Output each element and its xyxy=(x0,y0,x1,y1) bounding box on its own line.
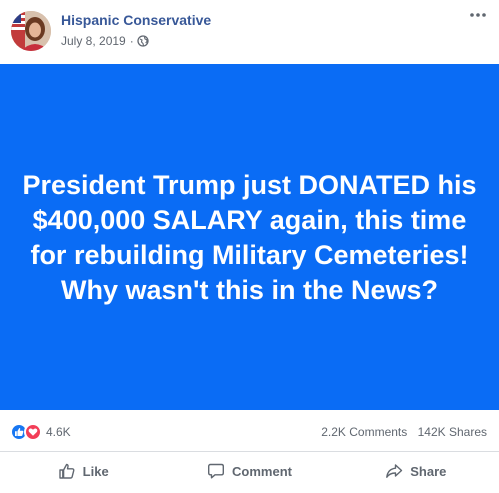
comments-count[interactable]: 2.2K Comments xyxy=(321,425,407,439)
share-label: Share xyxy=(410,463,447,479)
thumbs-up-icon xyxy=(58,463,75,479)
comment-label: Comment xyxy=(232,463,292,479)
post-actions: Like Comment Share xyxy=(0,452,499,490)
post-header: Hispanic Conservative July 8, 2019 · xyxy=(0,0,499,64)
shares-count[interactable]: 142K Shares xyxy=(418,425,487,439)
comment-icon xyxy=(208,463,225,479)
like-label: Like xyxy=(82,463,109,479)
globe-icon xyxy=(137,35,149,47)
comment-button[interactable]: Comment xyxy=(166,452,332,490)
post-stats: 4.6K 2.2K Comments 142K Shares xyxy=(0,410,499,452)
like-button[interactable]: Like xyxy=(0,452,166,490)
reactions-count[interactable]: 4.6K xyxy=(46,425,71,439)
meta-separator: · xyxy=(129,34,134,48)
post-meta: July 8, 2019 · xyxy=(61,34,149,48)
more-options-icon[interactable] xyxy=(469,10,487,24)
reaction-summary[interactable]: 4.6K xyxy=(10,423,71,441)
love-icon xyxy=(24,423,42,441)
avatar-image xyxy=(11,11,51,51)
post-image[interactable]: President Trump just DONATED his $400,00… xyxy=(0,64,499,410)
share-button[interactable]: Share xyxy=(333,452,499,490)
share-icon xyxy=(386,464,403,478)
post-date[interactable]: July 8, 2019 xyxy=(61,34,126,48)
engagement-counts: 2.2K Comments 142K Shares xyxy=(321,425,487,439)
page-avatar[interactable] xyxy=(11,11,51,51)
post-image-text: President Trump just DONATED his $400,00… xyxy=(22,170,477,305)
page-name[interactable]: Hispanic Conservative xyxy=(61,12,211,28)
